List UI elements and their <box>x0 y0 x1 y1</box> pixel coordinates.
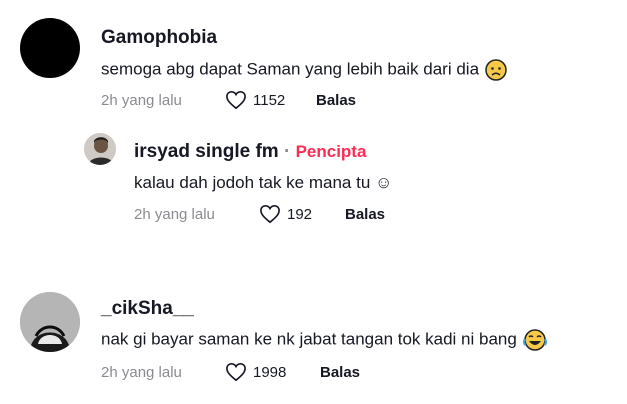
comment-username[interactable]: irsyad single fm · Pencipta <box>134 141 366 163</box>
comment-text: semoga abg dapat Saman yang lebih baik d… <box>101 59 507 81</box>
heart-icon <box>226 90 246 110</box>
reply-button[interactable]: Balas <box>320 364 360 381</box>
creator-badge: Pencipta <box>295 142 367 161</box>
like-count: 1152 <box>253 91 286 109</box>
tears-of-joy-face-icon <box>522 329 547 351</box>
avatar-photo <box>20 292 80 352</box>
avatar-photo <box>84 133 116 165</box>
comment-username[interactable]: _cikSha__ <box>101 298 194 320</box>
reply-button[interactable]: Balas <box>316 92 356 109</box>
comment-time: 2h yang lalu <box>101 92 182 109</box>
heart-icon <box>260 204 280 224</box>
comment-text: kalau dah jodoh tak ke mana tu ☺ <box>134 173 393 192</box>
avatar[interactable] <box>84 133 116 165</box>
comment-time: 2h yang lalu <box>134 206 215 223</box>
comment-time: 2h yang lalu <box>101 364 182 381</box>
reply-button[interactable]: Balas <box>345 206 385 223</box>
like-count: 192 <box>287 205 313 223</box>
separator-dot: · <box>283 141 291 162</box>
heart-icon <box>226 362 246 382</box>
like-button[interactable]: 1152 <box>225 90 285 110</box>
comment-text: nak gi bayar saman ke nk jabat tangan to… <box>101 329 547 351</box>
comment-username[interactable]: Gamophobia <box>101 27 217 49</box>
worried-face-icon <box>485 59 507 81</box>
avatar[interactable] <box>20 18 80 78</box>
like-button[interactable]: 192 <box>259 204 312 224</box>
like-count: 1998 <box>253 363 287 381</box>
avatar[interactable] <box>20 292 80 352</box>
like-button[interactable]: 1998 <box>225 362 286 382</box>
